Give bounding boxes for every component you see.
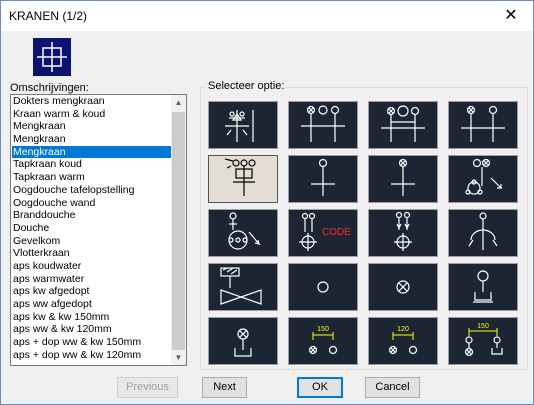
list-item[interactable]: Kraan warm & koud	[12, 108, 172, 121]
option-tile-6[interactable]	[288, 155, 358, 203]
next-button[interactable]: Next	[202, 377, 247, 398]
list-item[interactable]: Dokters mengkraan	[12, 95, 172, 108]
option-tile-8[interactable]	[448, 155, 518, 203]
list-item[interactable]: Mengkraan	[12, 120, 172, 133]
option-tile-11[interactable]	[368, 209, 438, 257]
description-listbox[interactable]: Dokters mengkraan Kraan warm & koud Mengkr…	[10, 94, 187, 366]
option-tile-10[interactable]: CODE	[288, 209, 358, 257]
list-item[interactable]: Gevelkom	[12, 235, 172, 248]
list-item[interactable]: Branddouche	[12, 209, 172, 222]
option-tile-4[interactable]	[448, 101, 518, 149]
option-tile-7[interactable]	[368, 155, 438, 203]
list-item[interactable]: aps ww & kw 120mm	[12, 323, 172, 336]
option-tile-15[interactable]	[368, 263, 438, 311]
window-title: KRANEN (1/2)	[9, 9, 88, 23]
list-items: Dokters mengkraan Kraan warm & koud Mengkr…	[12, 95, 172, 361]
scroll-up-arrow-icon[interactable]: ▲	[171, 95, 186, 110]
list-item[interactable]: Mengkraan	[12, 145, 172, 159]
list-item[interactable]: Vlotterkraan	[12, 247, 172, 260]
dimension-120-label: 120	[397, 326, 409, 333]
scroll-thumb[interactable]	[172, 112, 185, 350]
options-label: Selecteer optie:	[206, 80, 287, 92]
list-item[interactable]: aps + dop ww & kw 150mm	[12, 336, 172, 349]
list-item[interactable]: Tapkraan warm	[12, 171, 172, 184]
list-item[interactable]: Douche	[12, 222, 172, 235]
option-tile-5-selected[interactable]	[208, 155, 278, 203]
ok-button[interactable]: OK	[297, 377, 343, 398]
option-tile-12[interactable]	[448, 209, 518, 257]
option-tile-14[interactable]	[288, 263, 358, 311]
list-item[interactable]: Mengkraan	[12, 133, 172, 146]
list-item[interactable]: aps warmwater	[12, 273, 172, 286]
option-tile-16[interactable]	[448, 263, 518, 311]
list-item[interactable]: Oogdouche tafelopstelling	[12, 184, 172, 197]
option-tile-9[interactable]	[208, 209, 278, 257]
list-item[interactable]: Tapkraan koud	[12, 158, 172, 171]
list-item[interactable]: aps kw afgedopt	[12, 285, 172, 298]
list-item[interactable]: aps + dop ww & kw 120mm	[12, 349, 172, 362]
option-tile-19[interactable]: 120	[368, 317, 438, 365]
scroll-down-arrow-icon[interactable]: ▼	[171, 350, 186, 365]
list-scrollbar[interactable]: ▲ ▼	[171, 95, 186, 365]
option-tile-20[interactable]: 150	[448, 317, 518, 365]
list-item[interactable]: Oogdouche wand	[12, 197, 172, 210]
option-tile-13[interactable]	[208, 263, 278, 311]
option-tile-3[interactable]	[368, 101, 438, 149]
previous-button[interactable]: Previous	[117, 377, 178, 398]
option-tile-1[interactable]	[208, 101, 278, 149]
dimension-150-label: 150	[317, 326, 329, 333]
dimension-150b-label: 150	[477, 323, 489, 330]
option-tile-17[interactable]	[208, 317, 278, 365]
code-label: CODE	[322, 227, 351, 238]
title-bar: KRANEN (1/2) ✕	[1, 1, 533, 31]
list-item[interactable]: aps ww afgedopt	[12, 298, 172, 311]
list-item[interactable]: aps koudwater	[12, 260, 172, 273]
cancel-button[interactable]: Cancel	[365, 377, 420, 398]
list-label: Omschrijvingen:	[10, 82, 89, 94]
dialog-window: KRANEN (1/2) ✕ Omschrijvingen: Dokters m…	[0, 0, 534, 405]
list-item[interactable]: aps kw & kw 150mm	[12, 311, 172, 324]
close-icon[interactable]: ✕	[489, 1, 533, 31]
app-logo-icon	[33, 38, 71, 76]
option-tile-2[interactable]	[288, 101, 358, 149]
option-tile-18[interactable]: 150	[288, 317, 358, 365]
